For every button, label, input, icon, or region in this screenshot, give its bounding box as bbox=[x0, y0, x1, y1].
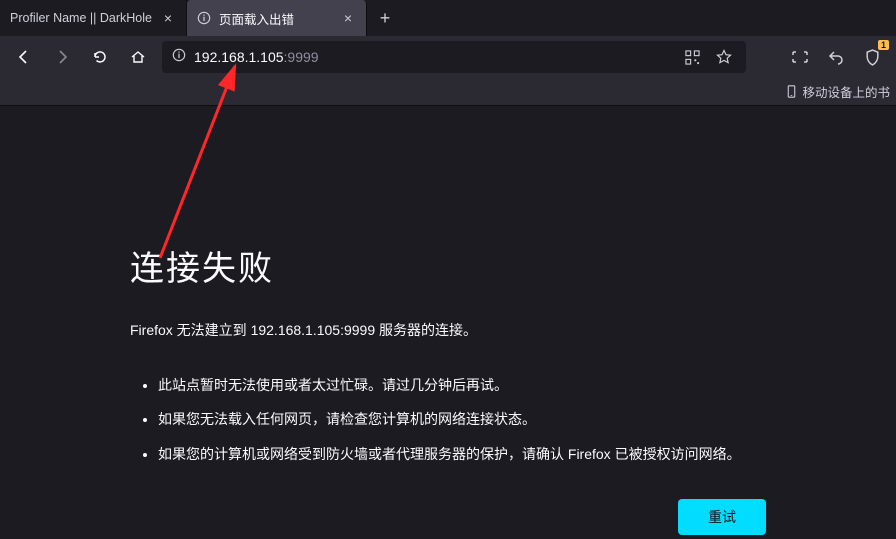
toolbar-right: 1 bbox=[756, 43, 886, 71]
url-bar[interactable]: 192.168.1.105:9999 bbox=[162, 41, 746, 73]
back-button[interactable] bbox=[10, 43, 38, 71]
url-text[interactable]: 192.168.1.105:9999 bbox=[194, 49, 672, 65]
url-port: :9999 bbox=[284, 49, 319, 65]
close-icon[interactable]: × bbox=[340, 10, 356, 26]
error-lead: Firefox 无法建立到 192.168.1.105:9999 服务器的连接。 bbox=[130, 320, 836, 340]
screenshot-icon[interactable] bbox=[786, 43, 814, 71]
error-page: 连接失败 Firefox 无法建立到 192.168.1.105:9999 服务… bbox=[0, 106, 896, 539]
close-icon[interactable]: × bbox=[160, 10, 176, 26]
bookmark-item[interactable]: 移动设备上的书 bbox=[785, 82, 890, 101]
error-title: 连接失败 bbox=[130, 241, 836, 290]
undo-icon[interactable] bbox=[822, 43, 850, 71]
home-button[interactable] bbox=[124, 43, 152, 71]
new-tab-button[interactable]: + bbox=[367, 0, 403, 36]
list-item: 如果您无法载入任何网页，请检查您计算机的网络连接状态。 bbox=[158, 408, 836, 430]
list-item: 如果您的计算机或网络受到防火墙或者代理服务器的保护，请确认 Firefox 已被… bbox=[158, 443, 836, 465]
info-icon bbox=[197, 11, 211, 25]
qr-icon[interactable] bbox=[680, 45, 704, 69]
bookmark-bar: 移动设备上的书 bbox=[0, 78, 896, 106]
tab-title: Profiler Name || DarkHole bbox=[10, 11, 152, 25]
tab-item-active[interactable]: 页面载入出错 × bbox=[187, 0, 367, 36]
notification-badge: 1 bbox=[878, 40, 889, 50]
url-host: 192.168.1.105 bbox=[194, 49, 284, 65]
reload-button[interactable] bbox=[86, 43, 114, 71]
shield-icon[interactable]: 1 bbox=[858, 43, 886, 71]
tab-item[interactable]: Profiler Name || DarkHole × bbox=[0, 0, 187, 36]
forward-button[interactable] bbox=[48, 43, 76, 71]
list-item: 此站点暂时无法使用或者太过忙碌。请过几分钟后再试。 bbox=[158, 374, 836, 396]
info-icon[interactable] bbox=[172, 48, 186, 67]
tab-title: 页面载入出错 bbox=[219, 9, 294, 28]
device-icon bbox=[785, 85, 798, 98]
bookmark-label: 移动设备上的书 bbox=[802, 82, 890, 101]
tab-bar: Profiler Name || DarkHole × 页面载入出错 × + bbox=[0, 0, 896, 36]
error-list: 此站点暂时无法使用或者太过忙碌。请过几分钟后再试。 如果您无法载入任何网页，请检… bbox=[130, 374, 836, 465]
navigation-toolbar: 192.168.1.105:9999 1 bbox=[0, 36, 896, 78]
bookmark-star-icon[interactable] bbox=[712, 45, 736, 69]
retry-button[interactable]: 重试 bbox=[678, 499, 766, 535]
